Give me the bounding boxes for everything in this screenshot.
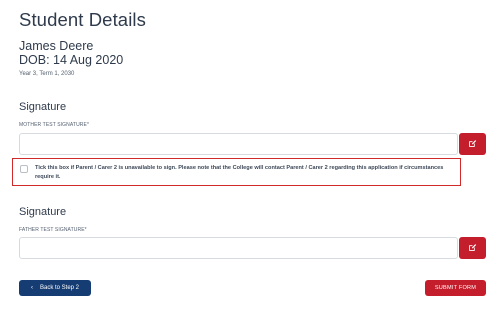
father-signature-section-title: Signature [19, 206, 67, 218]
father-signature-field[interactable] [19, 237, 458, 259]
back-button-label: Back to Step 2 [39, 285, 80, 291]
mother-signature-section-title: Signature [19, 101, 67, 113]
carer-unavailable-checkbox[interactable] [20, 165, 28, 173]
student-name: James Deere [19, 39, 94, 53]
back-to-step-2-button[interactable]: ‹ Back to Step 2 [19, 280, 91, 296]
submit-form-button[interactable]: SUBMIT FORM [425, 280, 486, 296]
pencil-square-icon [468, 239, 477, 257]
pencil-square-icon [468, 135, 477, 153]
mother-signature-edit-button[interactable] [459, 133, 486, 155]
mother-signature-label: MOTHER TEST SIGNATURE* [19, 122, 89, 128]
carer-unavailable-text: Tick this box if Parent / Carer 2 is una… [35, 165, 444, 180]
page-title: Student Details [19, 9, 146, 30]
mother-signature-field[interactable] [19, 133, 458, 155]
carer-unavailable-notice: Tick this box if Parent / Carer 2 is una… [12, 158, 461, 186]
chevron-left-icon: ‹ [30, 285, 33, 291]
student-year-term: Year 3, Term 1, 2030 [19, 71, 75, 77]
father-signature-edit-button[interactable] [459, 237, 486, 259]
father-signature-label: FATHER TEST SIGNATURE* [19, 227, 87, 233]
student-dob: DOB: 14 Aug 2020 [19, 53, 124, 67]
